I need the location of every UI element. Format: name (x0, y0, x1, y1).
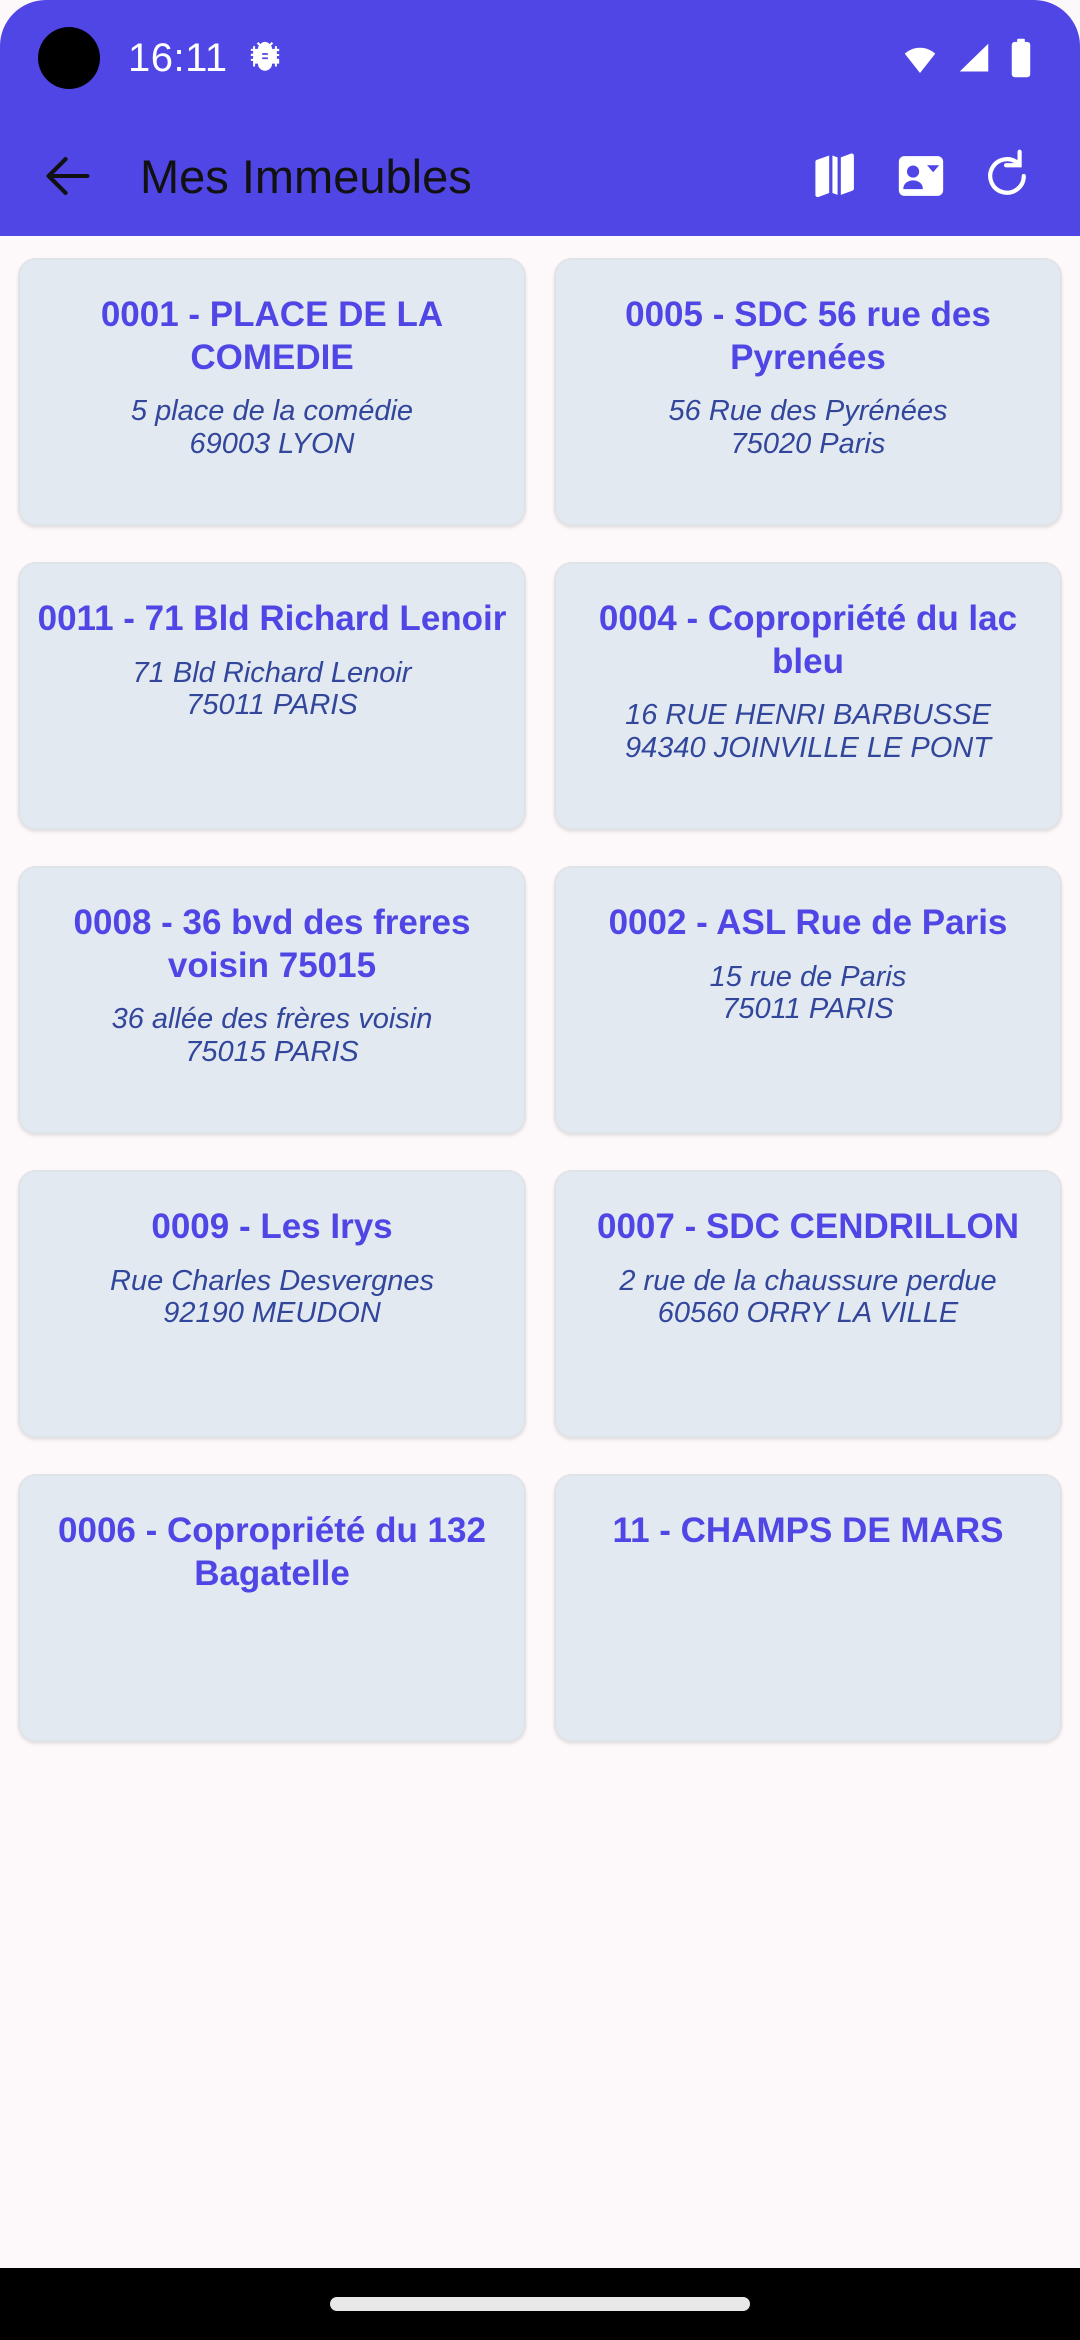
buildings-grid[interactable]: 0001 - PLACE DE LA COMEDIE 5 place de la… (0, 236, 1080, 2340)
system-navigation-bar (0, 2268, 1080, 2340)
building-address: 36 allée des frères voisin 75015 PARIS (34, 1003, 510, 1068)
back-arrow-icon[interactable] (32, 140, 104, 212)
address-line-2: 94340 JOINVILLE LE PONT (625, 731, 991, 764)
building-address: Rue Charles Desvergnes 92190 MEUDON (34, 1265, 510, 1330)
map-icon[interactable] (792, 133, 878, 219)
building-address: 71 Bld Richard Lenoir 75011 PARIS (34, 657, 510, 722)
status-right-icons (900, 38, 1042, 78)
page-title: Mes Immeubles (140, 149, 472, 203)
contact-card-icon[interactable] (878, 133, 964, 219)
app-bar: Mes Immeubles (0, 116, 1080, 236)
address-line-1: 56 Rue des Pyrénées (668, 395, 948, 428)
address-line-2: 69003 LYON (189, 427, 355, 460)
address-line-2: 75020 Paris (730, 427, 886, 460)
building-card[interactable]: 11 - CHAMPS DE MARS (554, 1474, 1062, 1742)
building-ref: 0004 - Copropriété du lac bleu (598, 599, 1018, 681)
status-bar: 16:11 (0, 0, 1080, 116)
building-card[interactable]: 0004 - Copropriété du lac bleu 16 RUE HE… (554, 562, 1062, 830)
building-card[interactable]: 0001 - PLACE DE LA COMEDIE 5 place de la… (18, 258, 526, 526)
address-line-1: Rue Charles Desvergnes (110, 1264, 434, 1297)
building-ref: 0008 - 36 bvd des freres voisin 75015 (73, 903, 471, 985)
wifi-icon (900, 39, 940, 77)
building-ref: 0007 - SDC CENDRILLON (596, 1207, 1020, 1246)
address-line-2: 92190 MEUDON (163, 1297, 381, 1330)
building-ref: 11 - CHAMPS DE MARS (612, 1511, 1004, 1550)
address-line-1: 15 rue de Paris (709, 960, 907, 993)
address-line-1: 5 place de la comédie (130, 395, 414, 428)
android-bug-icon (248, 39, 282, 78)
address-line-2: 75011 PARIS (722, 993, 894, 1026)
address-line-1: 16 RUE HENRI BARBUSSE (625, 699, 991, 732)
building-ref: 0001 - PLACE DE LA COMEDIE (100, 295, 444, 377)
building-card[interactable]: 0009 - Les Irys Rue Charles Desvergnes 9… (18, 1170, 526, 1438)
building-ref: 0005 - SDC 56 rue des Pyrenées (625, 295, 991, 377)
address-line-1: 2 rue de la chaussure perdue (619, 1264, 997, 1297)
status-left-icons (248, 39, 282, 78)
building-ref: 0011 - 71 Bld Richard Lenoir (37, 599, 507, 638)
building-card[interactable]: 0006 - Copropriété du 132 Bagatelle (18, 1474, 526, 1742)
address-line-1: 71 Bld Richard Lenoir (132, 656, 412, 689)
battery-icon (1008, 38, 1034, 78)
cellular-signal-icon (954, 39, 994, 77)
building-address: 5 place de la comédie 69003 LYON (34, 395, 510, 460)
home-gesture-pill[interactable] (330, 2297, 750, 2311)
address-line-2: 75011 PARIS (186, 689, 358, 722)
camera-hole (38, 27, 100, 89)
status-time: 16:11 (128, 35, 228, 80)
phone-screen: 16:11 Mes Immeubles 0001 - PLACE DE LA C… (0, 0, 1080, 2340)
building-card[interactable]: 0002 - ASL Rue de Paris 15 rue de Paris … (554, 866, 1062, 1134)
building-ref: 0006 - Copropriété du 132 Bagatelle (58, 1511, 486, 1593)
address-line-2: 75015 PARIS (185, 1035, 359, 1068)
building-address: 56 Rue des Pyrénées 75020 Paris (570, 395, 1046, 460)
building-ref: 0002 - ASL Rue de Paris (608, 903, 1008, 942)
building-address: 15 rue de Paris 75011 PARIS (570, 961, 1046, 1026)
address-line-2: 60560 ORRY LA VILLE (657, 1297, 959, 1330)
building-card[interactable]: 0005 - SDC 56 rue des Pyrenées 56 Rue de… (554, 258, 1062, 526)
building-card[interactable]: 0011 - 71 Bld Richard Lenoir 71 Bld Rich… (18, 562, 526, 830)
address-line-1: 36 allée des frères voisin (111, 1003, 433, 1036)
building-ref: 0009 - Les Irys (151, 1207, 393, 1246)
building-address: 2 rue de la chaussure perdue 60560 ORRY … (570, 1265, 1046, 1330)
building-address: 16 RUE HENRI BARBUSSE 94340 JOINVILLE LE… (570, 699, 1046, 764)
building-card[interactable]: 0008 - 36 bvd des freres voisin 75015 36… (18, 866, 526, 1134)
refresh-icon[interactable] (964, 133, 1050, 219)
building-card[interactable]: 0007 - SDC CENDRILLON 2 rue de la chauss… (554, 1170, 1062, 1438)
